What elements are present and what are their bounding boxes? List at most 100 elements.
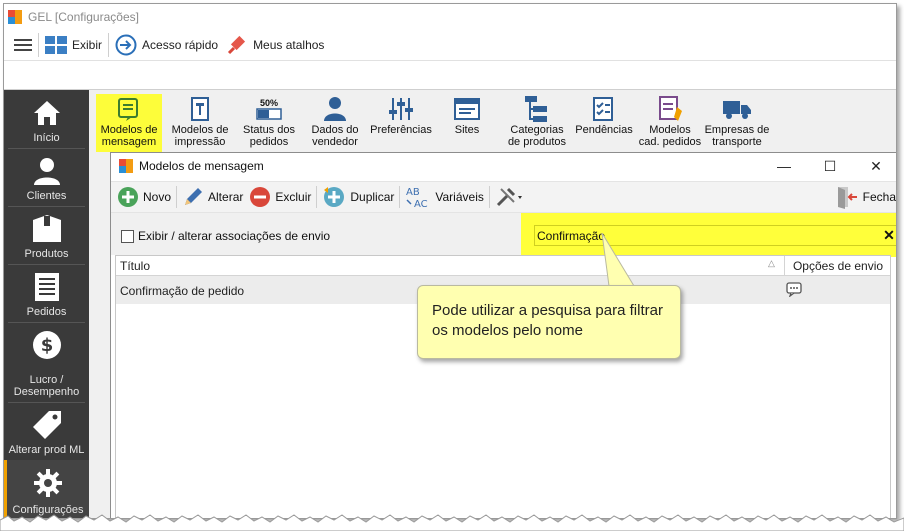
ribbon-item-label: Modelos [649,124,691,136]
checkbox-box[interactable] [121,229,134,243]
sidebar-item-clientes[interactable]: Clientes [4,148,89,206]
ribbon-sites[interactable]: Sites [442,94,492,152]
sidebar-item-lucro[interactable]: $ Lucro / Desempenho [4,322,89,402]
dialog-title: Modelos de mensagem [139,159,264,173]
excluir-label: Excluir [275,190,312,204]
gear-icon [7,466,89,500]
sidebar-item-label: Alterar prod ML [8,444,85,456]
sidebar-item-label: Início [33,132,60,144]
ribbon-modelos-de-mensagem[interactable]: Modelos de mensagem [96,94,162,152]
abc-variables-icon: AB AC [405,185,431,209]
message-bubble-icon[interactable] [786,282,802,300]
add-icon [117,186,139,208]
pencil-icon [182,186,204,208]
excluir-button[interactable]: Excluir [246,183,314,211]
message-template-icon [96,94,162,124]
sliders-icon [368,94,434,124]
sidebar-item-pedidos[interactable]: Pedidos [4,264,89,322]
acesso-rapido-button[interactable]: Acesso rápido [111,32,222,58]
ribbon-pendencias[interactable]: Pendências [572,94,636,152]
sidebar-item-configuracoes[interactable]: Configurações [4,460,89,518]
duplicar-button[interactable]: Duplicar [319,183,397,211]
window-title: GEL [Configurações] [28,9,139,24]
ribbon-dados-do-vendedor[interactable]: Dados do vendedor [306,94,364,152]
ribbon-item-label: Dados do [311,124,359,136]
row-menu-icon[interactable]: ⋮ [894,282,896,299]
truck-icon [702,94,772,124]
user-icon [4,154,89,188]
fechar-label: Fechar [862,190,897,204]
window-buttons: — ☐ ✕ [761,153,896,179]
ribbon-preferencias[interactable]: Preferências [368,94,434,152]
tools-icon [495,186,523,208]
home-icon [4,96,89,130]
ribbon-modelos-de-impressao[interactable]: Modelos de impressão [168,94,232,152]
receipt-icon [4,270,89,304]
toolbar-separator [108,32,110,57]
tag-icon [4,408,89,442]
toolbar-separator [488,186,490,208]
box-icon [4,212,89,246]
sort-indicator-icon: △ [768,258,775,268]
sidebar-item-label: Clientes [26,190,67,202]
seller-icon [306,94,364,124]
ribbon-item-label-line2: pedidos [249,136,289,148]
ribbon-item-label: Categorias [510,124,564,136]
fechar-button[interactable]: Fechar [832,183,897,211]
ribbon-empresas-de-transporte[interactable]: Empresas de transporte [702,94,772,152]
sidebar-item-alterar-prod-ml[interactable]: Alterar prod ML [4,402,89,460]
dialog-title-bar: Modelos de mensagem — ☐ ✕ [111,153,896,179]
duplicate-icon [322,186,346,208]
tools-dropdown-button[interactable] [492,183,530,211]
category-tree-icon [502,94,572,124]
checklist-icon [572,94,636,124]
meus-atalhos-label: Meus atalhos [253,37,325,52]
meus-atalhos-button[interactable]: Meus atalhos [222,32,328,58]
progress-badge: 50% [259,98,278,108]
ribbon-item-label: Sites [454,124,480,136]
ribbon-item-label-line2: vendedor [312,136,358,148]
minimize-button[interactable]: — [761,153,807,179]
toolbar-separator [38,32,39,57]
sidebar: Início Clientes Produtos Pedidos $ Lucro… [4,90,89,518]
close-button[interactable]: ✕ [853,153,896,179]
novo-button[interactable]: Novo [114,183,174,211]
row-title: Confirmação de pedido [120,284,245,298]
novo-label: Novo [143,190,172,204]
column-header-opcoes[interactable]: Opções de envio [784,256,891,276]
tooltip-callout: Pode utilizar a pesquisa para filtrar os… [417,285,681,359]
ribbon-item-label-line2: cad. pedidos [638,136,702,148]
arrow-circle-icon [115,34,137,55]
column-header-titulo[interactable]: Título [120,259,150,273]
exibir-label: Exibir [72,37,103,52]
svg-text:AC: AC [414,199,428,209]
sidebar-item-inicio[interactable]: Início [4,90,89,148]
sidebar-item-label: Pedidos [26,306,67,318]
settings-ribbon: Modelos de mensagem Modelos de impressão… [90,90,896,156]
grid-header: Título △ Opções de envio [116,256,890,276]
maximize-button[interactable]: ☐ [807,153,853,179]
svg-text:$: $ [40,335,53,356]
exibir-button[interactable]: Exibir [41,32,106,58]
hamburger-icon[interactable] [10,32,36,58]
ribbon-item-label: Modelos de [171,124,229,136]
ribbon-status-dos-pedidos[interactable]: 50% Status dos pedidos [238,94,300,152]
associacoes-checkbox[interactable]: Exibir / alterar associações de envio [121,229,330,243]
print-template-icon [168,94,232,124]
variaveis-label: Variáveis [435,190,484,204]
order-template-icon [638,94,702,124]
ribbon-modelos-cad-pedidos[interactable]: Modelos cad. pedidos [638,94,702,152]
callout-pointer [601,233,635,287]
ribbon-categorias-de-produtos[interactable]: Categorias de produtos [502,94,572,152]
duplicar-label: Duplicar [350,190,395,204]
variaveis-button[interactable]: AB AC Variáveis [402,183,486,211]
checkbox-label: Exibir / alterar associações de envio [138,229,331,243]
svg-text:AB: AB [406,187,420,198]
sidebar-item-produtos[interactable]: Produtos [4,206,89,264]
alterar-label: Alterar [208,190,244,204]
app-logo-icon [119,159,133,173]
clear-search-icon[interactable]: ✕ [881,228,896,244]
title-bar: GEL [Configurações] [4,4,896,29]
alterar-button[interactable]: Alterar [179,183,246,211]
callout-text: Pode utilizar a pesquisa para filtrar os… [432,302,663,339]
